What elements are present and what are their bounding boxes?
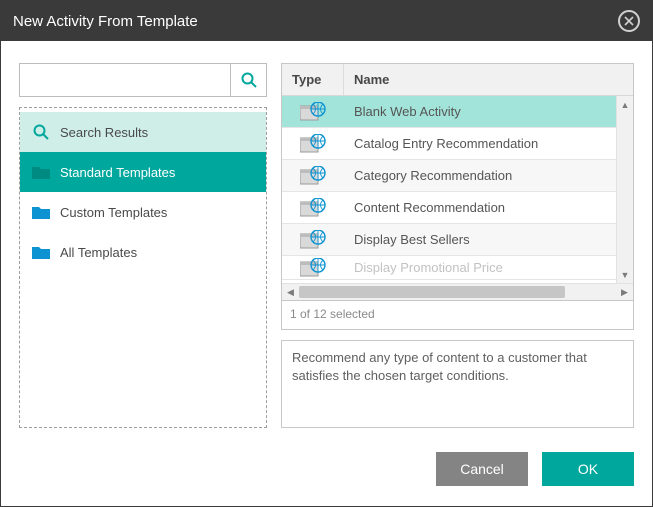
category-list: Search Results Standard Templates Custom… bbox=[19, 107, 267, 428]
column-header-name[interactable]: Name bbox=[344, 64, 633, 95]
left-pane: Search Results Standard Templates Custom… bbox=[19, 63, 267, 428]
ok-button[interactable]: OK bbox=[542, 452, 634, 486]
scroll-left-icon: ◀ bbox=[282, 284, 299, 300]
row-type-cell bbox=[282, 102, 344, 122]
right-pane: Type Name Blank Web Activity bbox=[281, 63, 634, 428]
scroll-track bbox=[299, 284, 616, 300]
search-bar bbox=[19, 63, 267, 97]
folder-icon bbox=[32, 165, 50, 179]
search-icon bbox=[240, 71, 258, 89]
search-icon bbox=[32, 123, 50, 141]
row-type-cell bbox=[282, 166, 344, 186]
sidebar-item-search-results[interactable]: Search Results bbox=[20, 112, 266, 152]
sidebar-item-label: Standard Templates bbox=[60, 165, 175, 180]
scroll-down-icon: ▼ bbox=[617, 266, 633, 283]
dialog-content: Search Results Standard Templates Custom… bbox=[1, 41, 652, 438]
dialog-buttons: Cancel OK bbox=[1, 438, 652, 506]
row-type-cell bbox=[282, 258, 344, 278]
row-type-cell bbox=[282, 134, 344, 154]
table-body-wrap: Blank Web Activity Catalog Entry Recomme… bbox=[282, 96, 633, 283]
row-name-cell: Category Recommendation bbox=[344, 168, 616, 183]
table-row[interactable]: Blank Web Activity bbox=[282, 96, 616, 128]
scroll-right-icon: ▶ bbox=[616, 284, 633, 300]
sidebar-item-label: Custom Templates bbox=[60, 205, 167, 220]
table-row[interactable]: Display Promotional Price bbox=[282, 256, 616, 280]
close-button[interactable] bbox=[618, 10, 640, 32]
search-button[interactable] bbox=[230, 64, 266, 96]
scroll-track bbox=[617, 113, 633, 266]
table-row[interactable]: Catalog Entry Recommendation bbox=[282, 128, 616, 160]
title-bar: New Activity From Template bbox=[1, 1, 652, 41]
scroll-thumb bbox=[299, 286, 565, 298]
web-template-icon bbox=[300, 166, 326, 186]
row-name-cell: Display Promotional Price bbox=[344, 260, 616, 275]
sidebar-item-all-templates[interactable]: All Templates bbox=[20, 232, 266, 272]
table-row[interactable]: Category Recommendation bbox=[282, 160, 616, 192]
sidebar-item-standard-templates[interactable]: Standard Templates bbox=[20, 152, 266, 192]
vertical-scrollbar[interactable]: ▲ ▼ bbox=[616, 96, 633, 283]
sidebar-item-label: Search Results bbox=[60, 125, 148, 140]
web-template-icon bbox=[300, 102, 326, 122]
template-table: Type Name Blank Web Activity bbox=[281, 63, 634, 301]
web-template-icon bbox=[300, 258, 326, 278]
sidebar-item-label: All Templates bbox=[60, 245, 137, 260]
row-type-cell bbox=[282, 230, 344, 250]
folder-icon bbox=[32, 245, 50, 259]
web-template-icon bbox=[300, 198, 326, 218]
web-template-icon bbox=[300, 230, 326, 250]
table-body: Blank Web Activity Catalog Entry Recomme… bbox=[282, 96, 616, 283]
close-icon bbox=[624, 16, 634, 26]
selection-status: 1 of 12 selected bbox=[281, 301, 634, 330]
folder-icon bbox=[32, 205, 50, 219]
row-name-cell: Display Best Sellers bbox=[344, 232, 616, 247]
table-row[interactable]: Display Best Sellers bbox=[282, 224, 616, 256]
table-header: Type Name bbox=[282, 64, 633, 96]
web-template-icon bbox=[300, 134, 326, 154]
table-row[interactable]: Content Recommendation bbox=[282, 192, 616, 224]
dialog-title: New Activity From Template bbox=[13, 13, 198, 30]
row-type-cell bbox=[282, 198, 344, 218]
column-header-type[interactable]: Type bbox=[282, 64, 344, 95]
row-name-cell: Catalog Entry Recommendation bbox=[344, 136, 616, 151]
horizontal-scrollbar[interactable]: ◀ ▶ bbox=[282, 283, 633, 300]
template-description: Recommend any type of content to a custo… bbox=[281, 340, 634, 428]
scroll-up-icon: ▲ bbox=[617, 96, 633, 113]
cancel-button[interactable]: Cancel bbox=[436, 452, 528, 486]
search-input[interactable] bbox=[20, 64, 230, 96]
row-name-cell: Blank Web Activity bbox=[344, 104, 616, 119]
row-name-cell: Content Recommendation bbox=[344, 200, 616, 215]
sidebar-item-custom-templates[interactable]: Custom Templates bbox=[20, 192, 266, 232]
new-activity-dialog: New Activity From Template Search Result… bbox=[0, 0, 653, 507]
